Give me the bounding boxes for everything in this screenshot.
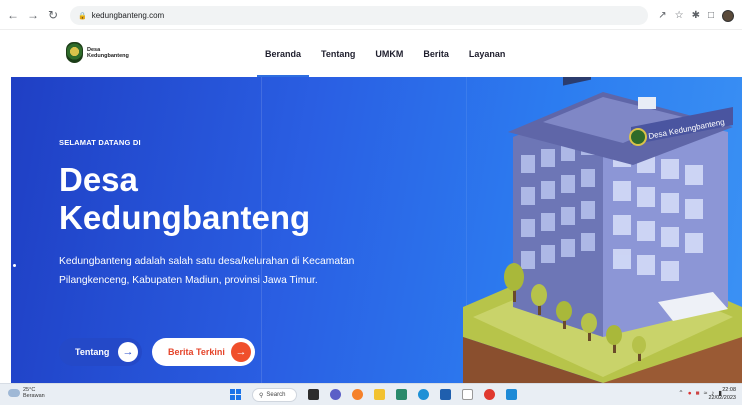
browser-actions: ↗ ☆ ✱ □ xyxy=(658,6,734,25)
village-emblem-icon xyxy=(66,42,83,63)
wifi-icon[interactable]: ≈ xyxy=(704,390,708,397)
hero-description: Kedungbanteng adalah salah satu desa/kel… xyxy=(59,256,355,286)
word-icon[interactable] xyxy=(506,389,517,400)
tentang-button[interactable]: Tentang → xyxy=(59,338,142,366)
main-navigation: Beranda Tentang UMKM Berita Layanan xyxy=(255,30,515,77)
hero-title-line-1: Desa xyxy=(59,161,138,198)
weather-status: Berawan xyxy=(23,393,45,399)
clock-date: 22/02/2023 xyxy=(708,395,736,401)
carousel-dot[interactable] xyxy=(13,264,16,267)
nav-beranda[interactable]: Beranda xyxy=(255,30,311,77)
profile-avatar[interactable] xyxy=(722,9,734,22)
address-bar[interactable]: 🔒 kedungbanteng.com xyxy=(70,6,648,25)
site-header: Desa Kedungbanteng Beranda Tentang UMKM … xyxy=(0,30,742,77)
start-button[interactable] xyxy=(230,389,241,400)
firefox-icon[interactable] xyxy=(352,389,363,400)
nav-layanan[interactable]: Layanan xyxy=(459,30,516,77)
url-text: kedungbanteng.com xyxy=(91,11,165,20)
nav-umkm[interactable]: UMKM xyxy=(365,30,413,77)
chevron-up-icon[interactable]: ⌃ xyxy=(678,389,683,397)
taskbar-search[interactable]: ⚲ Search xyxy=(252,388,297,402)
page: ← → ↻ 🔒 kedungbanteng.com ↗ ☆ ✱ □ Desa K… xyxy=(0,0,742,405)
arrow-right-icon: → xyxy=(118,342,138,362)
cloud-icon xyxy=(8,389,20,397)
chrome-icon[interactable] xyxy=(484,389,495,400)
berita-terkini-button[interactable]: Berita Terkini → xyxy=(152,338,255,366)
os-taskbar: 25°C Berawan ⚲ Search ⌃ ● ■ ≈ ♪ ▮ 22:08 xyxy=(0,383,742,405)
browser-toolbar: ← → ↻ 🔒 kedungbanteng.com ↗ ☆ ✱ □ xyxy=(0,0,742,30)
search-icon: ⚲ xyxy=(259,392,264,399)
chat-icon[interactable] xyxy=(330,389,341,400)
clock-time: 22:08 xyxy=(722,387,736,393)
file-explorer-icon[interactable] xyxy=(374,389,385,400)
taskbar-search-label: Search xyxy=(266,392,286,398)
hero-title: Desa Kedungbanteng xyxy=(59,161,310,237)
share-icon[interactable]: ↗ xyxy=(658,10,666,21)
arrow-right-icon: → xyxy=(231,342,251,362)
logo-line-2: Kedungbanteng xyxy=(87,52,129,59)
reload-icon[interactable]: ↻ xyxy=(44,6,62,24)
edge-icon[interactable] xyxy=(418,389,429,400)
tentang-button-label: Tentang xyxy=(75,347,110,357)
building-emblem-icon xyxy=(629,128,647,146)
weather-widget[interactable]: 25°C Berawan xyxy=(8,387,45,399)
tray-shield-icon[interactable]: ■ xyxy=(696,390,700,397)
nav-tentang[interactable]: Tentang xyxy=(311,30,365,77)
village-office-illustration: Desa Kedungbanteng xyxy=(463,77,742,383)
hero-section: SELAMAT DATANG DI Desa Kedungbanteng Ked… xyxy=(11,77,742,383)
amazon-icon[interactable] xyxy=(462,389,473,400)
app-icon[interactable] xyxy=(396,389,407,400)
bookmark-star-icon[interactable]: ☆ xyxy=(675,10,684,21)
back-icon[interactable]: ← xyxy=(4,6,22,24)
lock-icon: 🔒 xyxy=(78,12,87,20)
extensions-icon[interactable]: ✱ xyxy=(692,10,700,21)
berita-terkini-button-label: Berita Terkini xyxy=(168,347,225,357)
taskbar-clock[interactable]: 22:08 22/02/2023 xyxy=(708,386,736,402)
nav-berita[interactable]: Berita xyxy=(413,30,459,77)
task-view-icon[interactable] xyxy=(308,389,319,400)
store-icon[interactable] xyxy=(440,389,451,400)
logo-text: Desa Kedungbanteng xyxy=(87,47,129,59)
hero-eyebrow: SELAMAT DATANG DI xyxy=(59,138,141,147)
site-logo[interactable]: Desa Kedungbanteng xyxy=(66,42,129,63)
hero-title-line-2: Kedungbanteng xyxy=(59,199,311,236)
forward-icon[interactable]: → xyxy=(24,6,42,24)
sidebar-icon[interactable]: □ xyxy=(708,10,714,21)
tray-app-icon[interactable]: ● xyxy=(688,390,692,397)
